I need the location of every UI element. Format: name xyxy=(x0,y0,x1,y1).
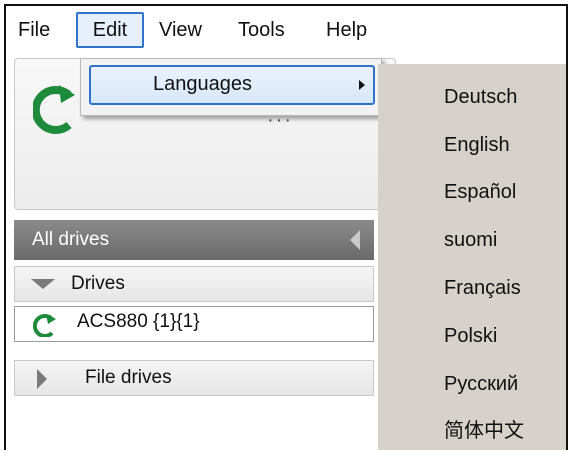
drive-refresh-icon xyxy=(32,313,57,347)
file-drives-label: File drives xyxy=(85,367,172,388)
language-espanol[interactable]: Español xyxy=(444,177,516,207)
language-english[interactable]: English xyxy=(444,130,510,160)
menu-bar: File Edit View Tools Help xyxy=(6,6,566,56)
language-chinese[interactable]: 简体中文 xyxy=(444,416,524,446)
drive-list-item[interactable]: ACS880 {1}{1} xyxy=(14,306,374,342)
menu-edit[interactable]: Edit xyxy=(76,12,144,48)
language-francais[interactable]: Français xyxy=(444,273,521,303)
edit-dropdown-menu: Languages xyxy=(80,58,382,116)
refresh-icon[interactable] xyxy=(31,83,79,142)
app-window: File Edit View Tools Help ··· All drives… xyxy=(4,4,568,450)
language-russian[interactable]: Русский xyxy=(444,369,518,399)
drives-group-header[interactable]: Drives xyxy=(14,266,374,302)
menu-view[interactable]: View xyxy=(159,14,202,46)
language-polski[interactable]: Polski xyxy=(444,321,497,351)
menu-help[interactable]: Help xyxy=(326,14,367,46)
drive-name: ACS880 {1}{1} xyxy=(77,311,200,332)
languages-submenu: Deutsch English Español suomi Français P… xyxy=(378,64,566,450)
language-deutsch[interactable]: Deutsch xyxy=(444,82,517,112)
all-drives-header[interactable]: All drives xyxy=(14,220,374,260)
submenu-arrow-icon xyxy=(359,80,365,90)
languages-label: Languages xyxy=(153,73,252,95)
menu-item-languages[interactable]: Languages xyxy=(89,65,375,105)
collapse-left-icon[interactable] xyxy=(350,230,360,250)
expand-right-icon[interactable] xyxy=(37,369,47,389)
file-drives-group-header[interactable]: File drives xyxy=(14,360,374,396)
menu-file[interactable]: File xyxy=(18,14,50,46)
all-drives-label: All drives xyxy=(32,229,110,250)
expand-down-icon[interactable] xyxy=(31,279,55,289)
language-suomi[interactable]: suomi xyxy=(444,225,497,255)
drives-group-label: Drives xyxy=(71,273,125,294)
menu-tools[interactable]: Tools xyxy=(238,14,285,46)
